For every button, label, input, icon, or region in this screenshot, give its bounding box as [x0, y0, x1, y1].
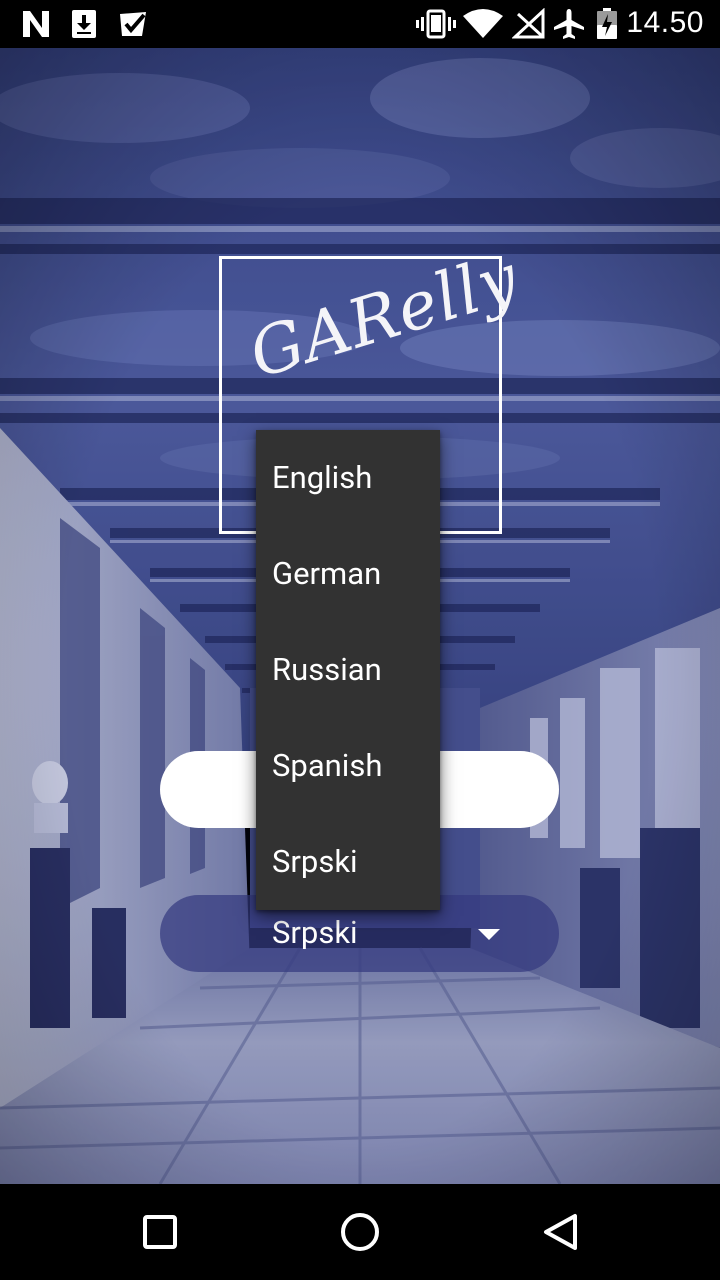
n-notification-icon [23, 11, 49, 37]
language-dropdown: English German Russian Spanish Srpski [256, 430, 440, 910]
recents-button[interactable] [136, 1208, 184, 1256]
check-badge-icon [120, 12, 146, 36]
airplane-mode-icon [554, 9, 584, 39]
back-button[interactable] [536, 1208, 584, 1256]
download-icon [72, 10, 96, 38]
language-spinner-value: Srpski [272, 914, 358, 951]
no-signal-icon [512, 8, 545, 39]
language-option-spanish[interactable]: Spanish [256, 718, 440, 814]
language-option-russian[interactable]: Russian [256, 622, 440, 718]
wifi-icon [463, 9, 503, 38]
language-option-srpski[interactable]: Srpski [256, 814, 440, 910]
navigation-bar [0, 1184, 720, 1280]
battery-icon [597, 8, 617, 39]
status-time: 14.50 [626, 6, 704, 39]
dropdown-arrow-icon [478, 929, 500, 940]
vibrate-icon [416, 9, 456, 39]
status-bar: 14.50 [0, 0, 720, 48]
language-option-german[interactable]: German [256, 526, 440, 622]
language-option-english[interactable]: English [256, 430, 440, 526]
app-screen: 14.50 GARelly Srpski English German Russ… [0, 0, 720, 1280]
home-button[interactable] [336, 1208, 384, 1256]
